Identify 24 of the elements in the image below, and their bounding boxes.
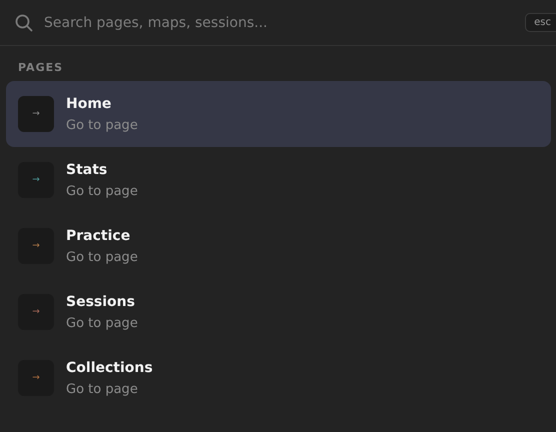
page-item[interactable]: → Practice Go to page — [6, 213, 551, 279]
page-title: Collections — [66, 360, 153, 376]
page-subtitle: Go to page — [66, 382, 139, 396]
page-item[interactable]: → Home Go to page — [6, 81, 551, 147]
page-title: Practice — [66, 228, 132, 244]
page-item[interactable]: → Collections Go to page — [6, 345, 551, 411]
search-field[interactable]: Search pages, maps, sessions... — [44, 14, 516, 30]
esc-key-hint: esc — [525, 13, 556, 32]
arrow-icon: → — [32, 175, 40, 185]
arrow-icon: → — [32, 109, 40, 119]
page-subtitle: Go to page — [66, 118, 138, 132]
page-item[interactable]: → Stats Go to page — [6, 147, 551, 213]
page-subtitle: Go to page — [66, 316, 138, 330]
page-item[interactable]: → Sessions Go to page — [6, 279, 551, 345]
arrow-icon: → — [32, 241, 40, 251]
arrow-icon: → — [32, 307, 40, 317]
page-title: Home — [66, 96, 112, 112]
search-icon — [14, 12, 34, 32]
page-title: Sessions — [66, 294, 136, 310]
page-title: Stats — [66, 162, 108, 178]
arrow-icon: → — [32, 373, 40, 383]
page-subtitle: Go to page — [66, 184, 138, 198]
page-subtitle: Go to page — [66, 250, 138, 264]
section-label: PAGES — [17, 60, 64, 76]
